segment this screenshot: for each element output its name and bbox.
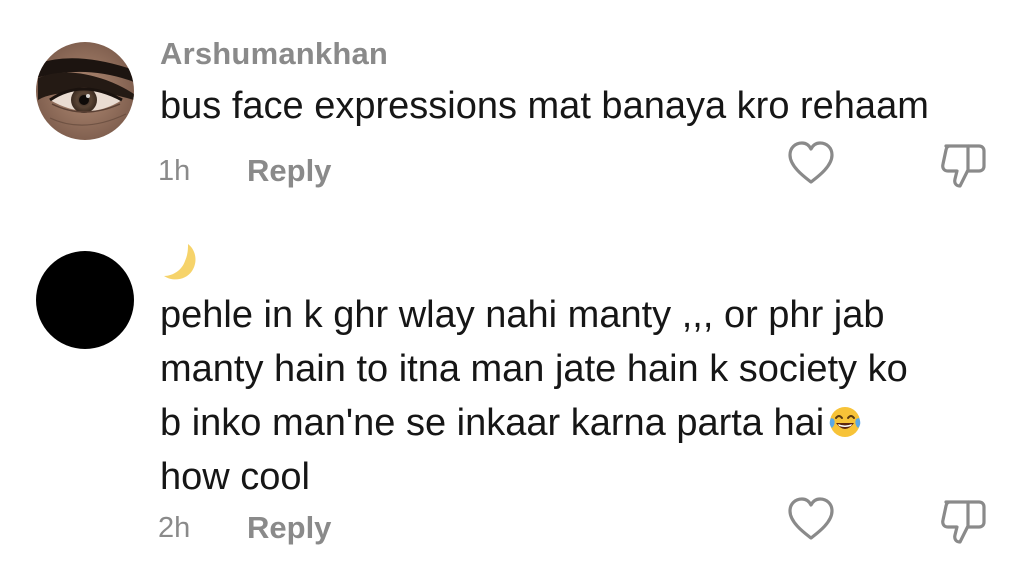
- reply-button[interactable]: Reply: [247, 510, 331, 546]
- heart-icon[interactable]: [786, 496, 836, 542]
- avatar[interactable]: [36, 42, 134, 140]
- thumbs-down-icon[interactable]: [938, 140, 990, 190]
- comment-text: pehle in k ghr wlay nahi manty ,,, or ph…: [160, 288, 1000, 504]
- crescent-moon-icon[interactable]: [158, 240, 202, 284]
- timestamp: 1h: [158, 155, 191, 187]
- avatar[interactable]: [36, 251, 134, 349]
- comment-text: bus face expressions mat banaya kro reha…: [160, 85, 929, 127]
- comment-item: Arshumankhan bus face expressions mat ba…: [0, 0, 1024, 230]
- comment-line: how cool: [160, 456, 310, 498]
- comment-line: manty hain to itna man jate hain k socie…: [160, 348, 908, 390]
- heart-icon[interactable]: [786, 140, 836, 186]
- comment-item: pehle in k ghr wlay nahi manty ,,, or ph…: [0, 230, 1024, 576]
- reply-button[interactable]: Reply: [247, 153, 331, 189]
- thumbs-down-icon[interactable]: [938, 496, 990, 546]
- eye-avatar-image: [36, 42, 134, 140]
- face-with-tears-of-joy-emoji: [828, 400, 862, 437]
- comment-line: b inko man'ne se inkaar karna parta hai: [160, 402, 825, 444]
- username[interactable]: Arshumankhan: [160, 36, 388, 72]
- comment-line: pehle in k ghr wlay nahi manty ,,, or ph…: [160, 294, 885, 336]
- timestamp: 2h: [158, 512, 191, 544]
